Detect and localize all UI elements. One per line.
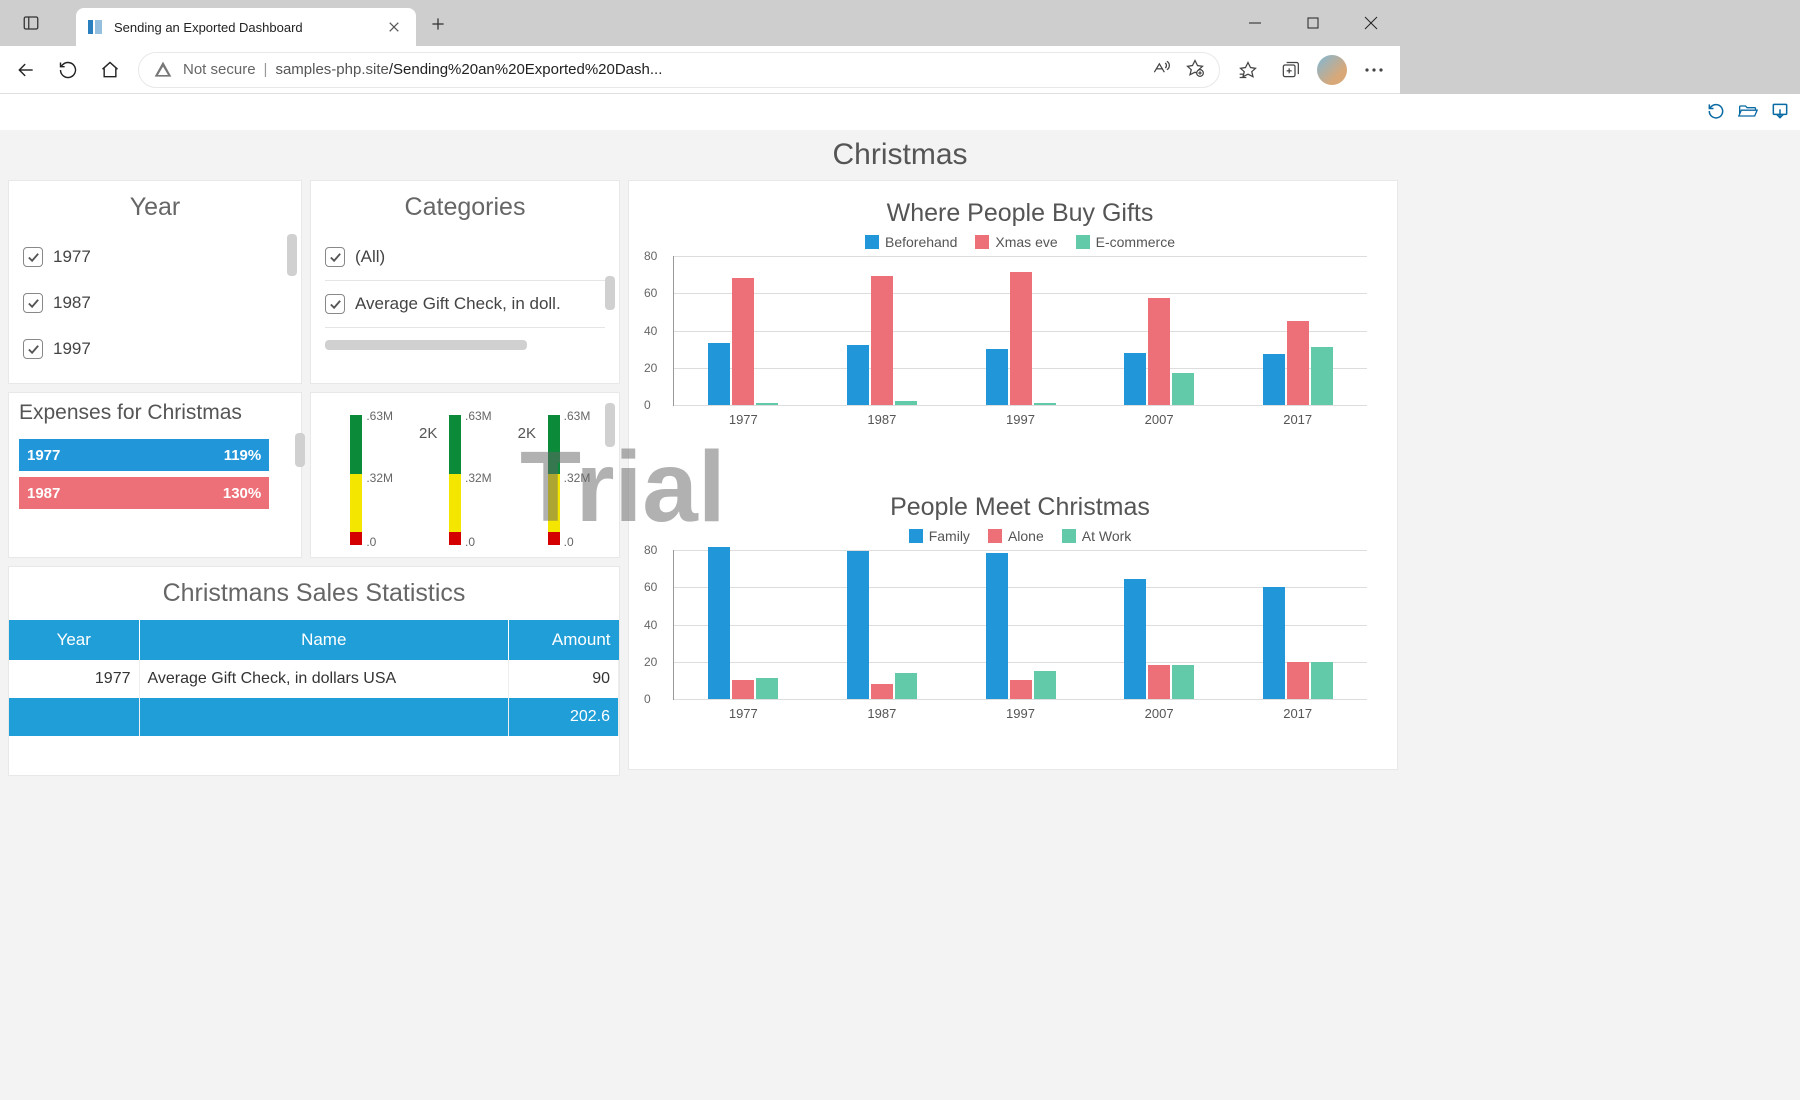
expenses-title: Expenses for Christmas: [9, 393, 301, 433]
tab-close-button[interactable]: [386, 19, 402, 35]
table-header-row: Year Name Amount: [9, 620, 619, 660]
browser-tab[interactable]: Sending an Exported Dashboard: [76, 8, 416, 46]
sales-table-title: Christmans Sales Statistics: [9, 567, 619, 620]
close-window-button[interactable]: [1342, 0, 1400, 46]
address-text: Not secure | samples-php.site/Sending%20…: [183, 61, 662, 78]
year-filter-list[interactable]: 1977 1987 1997: [9, 234, 301, 372]
scrollbar-thumb[interactable]: [295, 433, 305, 467]
checkbox-checked-icon: [325, 294, 345, 314]
dashboard: Christmas Trial Year 1977 1987 1997 Cate…: [0, 130, 1800, 1100]
export-dashboard-icon[interactable]: [1770, 101, 1790, 124]
checkbox-checked-icon: [23, 293, 43, 313]
favorites-button[interactable]: [1228, 50, 1268, 90]
table-header[interactable]: Year: [9, 620, 139, 660]
profile-button[interactable]: [1312, 50, 1352, 90]
chart-meet-title: People Meet Christmas: [673, 483, 1367, 528]
window-controls: [1226, 0, 1400, 46]
year-filter-panel: Year 1977 1987 1997: [8, 180, 302, 384]
dashboard-grid: Year 1977 1987 1997 Categories (All) Ave…: [0, 180, 1800, 776]
table-header[interactable]: Name: [139, 620, 509, 660]
categories-filter-item[interactable]: (All): [325, 234, 605, 281]
url-host: samples-php.site: [275, 61, 388, 78]
scrollbar-thumb[interactable]: [287, 234, 297, 276]
tab-title: Sending an Exported Dashboard: [114, 20, 378, 35]
not-secure-icon: [153, 60, 173, 80]
tab-actions-button[interactable]: [8, 0, 54, 46]
checkbox-checked-icon: [23, 339, 43, 359]
year-filter-item[interactable]: 1977: [23, 234, 287, 280]
expenses-bar[interactable]: 1977119%: [19, 439, 269, 471]
year-filter-item[interactable]: 1987: [23, 280, 287, 326]
maximize-button[interactable]: [1284, 0, 1342, 46]
table-header[interactable]: Amount: [509, 620, 619, 660]
chart-gifts: Where People Buy Gifts Beforehand Xmas e…: [629, 181, 1397, 475]
sales-table: Year Name Amount 1977 Average Gift Check…: [9, 620, 619, 736]
scrollbar-thumb[interactable]: [605, 403, 615, 447]
open-dashboard-icon[interactable]: [1738, 101, 1758, 124]
dashboard-toolbar: [0, 94, 1800, 130]
home-button[interactable]: [90, 50, 130, 90]
categories-filter-title: Categories: [311, 181, 619, 234]
categories-filter-panel: Categories (All) Average Gift Check, in …: [310, 180, 620, 384]
gauge: .63M .32M .0 2K: [522, 403, 606, 557]
chart-gifts-legend: Beforehand Xmas eve E-commerce: [673, 234, 1367, 250]
url-path: /Sending%20an%20Exported%20Dash...: [389, 61, 663, 78]
year-filter-title: Year: [9, 181, 301, 234]
collections-button[interactable]: [1270, 50, 1310, 90]
refresh-button[interactable]: [48, 50, 88, 90]
add-favorite-icon[interactable]: [1185, 58, 1205, 81]
scrollbar-thumb[interactable]: [605, 276, 615, 310]
browser-toolbar: Not secure | samples-php.site/Sending%20…: [0, 46, 1400, 94]
table-total-row: 202.6: [9, 698, 619, 736]
gauge: .63M .32M .0 2K: [423, 403, 507, 557]
checkbox-checked-icon: [23, 247, 43, 267]
legend-item[interactable]: Beforehand: [865, 234, 957, 250]
checkbox-checked-icon: [325, 247, 345, 267]
categories-filter-item[interactable]: Average Gift Check, in doll.: [325, 281, 605, 328]
chart-meet: People Meet Christmas Family Alone At Wo…: [629, 475, 1397, 769]
gauge: .63M .32M .0: [324, 403, 408, 557]
back-button[interactable]: [6, 50, 46, 90]
year-filter-item[interactable]: 1997: [23, 326, 287, 372]
avatar-icon: [1317, 55, 1347, 85]
expenses-panel: Expenses for Christmas 1977119% 1987130%: [8, 392, 302, 558]
tab-favicon: [86, 18, 104, 36]
read-aloud-icon[interactable]: [1151, 58, 1171, 81]
chart-meet-legend: Family Alone At Work: [673, 528, 1367, 544]
chart-gifts-title: Where People Buy Gifts: [673, 189, 1367, 234]
not-secure-label: Not secure: [183, 61, 256, 78]
categories-filter-list[interactable]: (All) Average Gift Check, in doll.: [311, 234, 619, 350]
page-container: Christmas Trial Year 1977 1987 1997 Cate…: [0, 94, 1800, 1100]
charts-panel: Where People Buy Gifts Beforehand Xmas e…: [628, 180, 1398, 770]
scrollbar-thumb-h[interactable]: [325, 340, 527, 350]
minimize-button[interactable]: [1226, 0, 1284, 46]
chart-meet-plot[interactable]: 02040608019771987199720072017: [673, 550, 1367, 700]
refresh-dashboard-icon[interactable]: [1706, 101, 1726, 124]
legend-item[interactable]: At Work: [1062, 528, 1132, 544]
expenses-bar[interactable]: 1987130%: [19, 477, 269, 509]
legend-item[interactable]: Xmas eve: [975, 234, 1057, 250]
menu-button[interactable]: [1354, 50, 1394, 90]
legend-item[interactable]: Alone: [988, 528, 1044, 544]
sales-table-panel: Christmans Sales Statistics Year Name Am…: [8, 566, 620, 776]
chart-gifts-plot[interactable]: 02040608019771987199720072017: [673, 256, 1367, 406]
legend-item[interactable]: Family: [909, 528, 970, 544]
legend-item[interactable]: E-commerce: [1076, 234, 1175, 250]
gauges-panel: .63M .32M .0 .63M .32M .0 2K .63M: [310, 392, 620, 558]
new-tab-button[interactable]: [416, 2, 460, 46]
table-row[interactable]: 1977 Average Gift Check, in dollars USA …: [9, 660, 619, 698]
address-bar[interactable]: Not secure | samples-php.site/Sending%20…: [138, 52, 1220, 88]
dashboard-title: Christmas: [0, 130, 1800, 180]
browser-titlebar: Sending an Exported Dashboard: [0, 0, 1400, 46]
